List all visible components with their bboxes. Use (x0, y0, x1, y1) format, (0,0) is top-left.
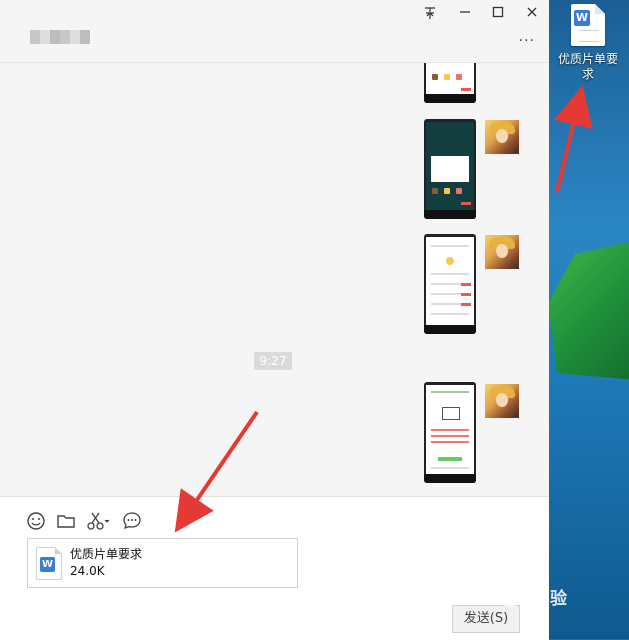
chat-history-icon[interactable] (122, 511, 144, 533)
baidu-watermark: 经验 (490, 574, 629, 614)
image-message[interactable] (424, 382, 476, 483)
image-message[interactable] (424, 234, 476, 334)
message-timestamp: 9:27 (254, 352, 292, 370)
minimize-icon[interactable] (455, 6, 475, 24)
paw-icon (496, 580, 524, 607)
folder-icon[interactable] (56, 511, 78, 533)
more-options-button[interactable]: ··· (519, 33, 535, 49)
word-document-icon: W (36, 547, 62, 580)
attachment-file-size: 24.0K (70, 564, 105, 578)
message-list[interactable]: 9:27 (0, 63, 549, 496)
maximize-icon[interactable] (488, 6, 508, 24)
image-message[interactable] (424, 63, 476, 103)
close-icon[interactable] (522, 6, 542, 24)
chat-window: ··· 9:27 W 优质片单要求 24.0K 发送(S) (0, 0, 549, 640)
desktop-wallpaper-shape (548, 240, 629, 380)
avatar[interactable] (485, 120, 519, 154)
word-document-icon: W (571, 4, 605, 46)
file-attachment-card[interactable]: W 优质片单要求 24.0K (27, 538, 298, 588)
contact-name-blurred (30, 30, 90, 44)
avatar[interactable] (485, 384, 519, 418)
image-message[interactable] (424, 119, 476, 219)
pin-icon[interactable] (420, 6, 440, 24)
watermark-text: 经验 (532, 589, 568, 609)
desktop-file-item[interactable]: W 优质片单要求 (553, 4, 623, 82)
avatar[interactable] (485, 235, 519, 269)
title-bar: ··· (0, 0, 549, 63)
scissors-icon[interactable] (86, 511, 114, 533)
attachment-file-name: 优质片单要求 (70, 547, 143, 561)
message-input-area[interactable]: W 优质片单要求 24.0K 发送(S) (0, 496, 549, 640)
desktop-file-label: 优质片单要求 (557, 52, 618, 81)
emoji-icon[interactable] (26, 511, 48, 533)
